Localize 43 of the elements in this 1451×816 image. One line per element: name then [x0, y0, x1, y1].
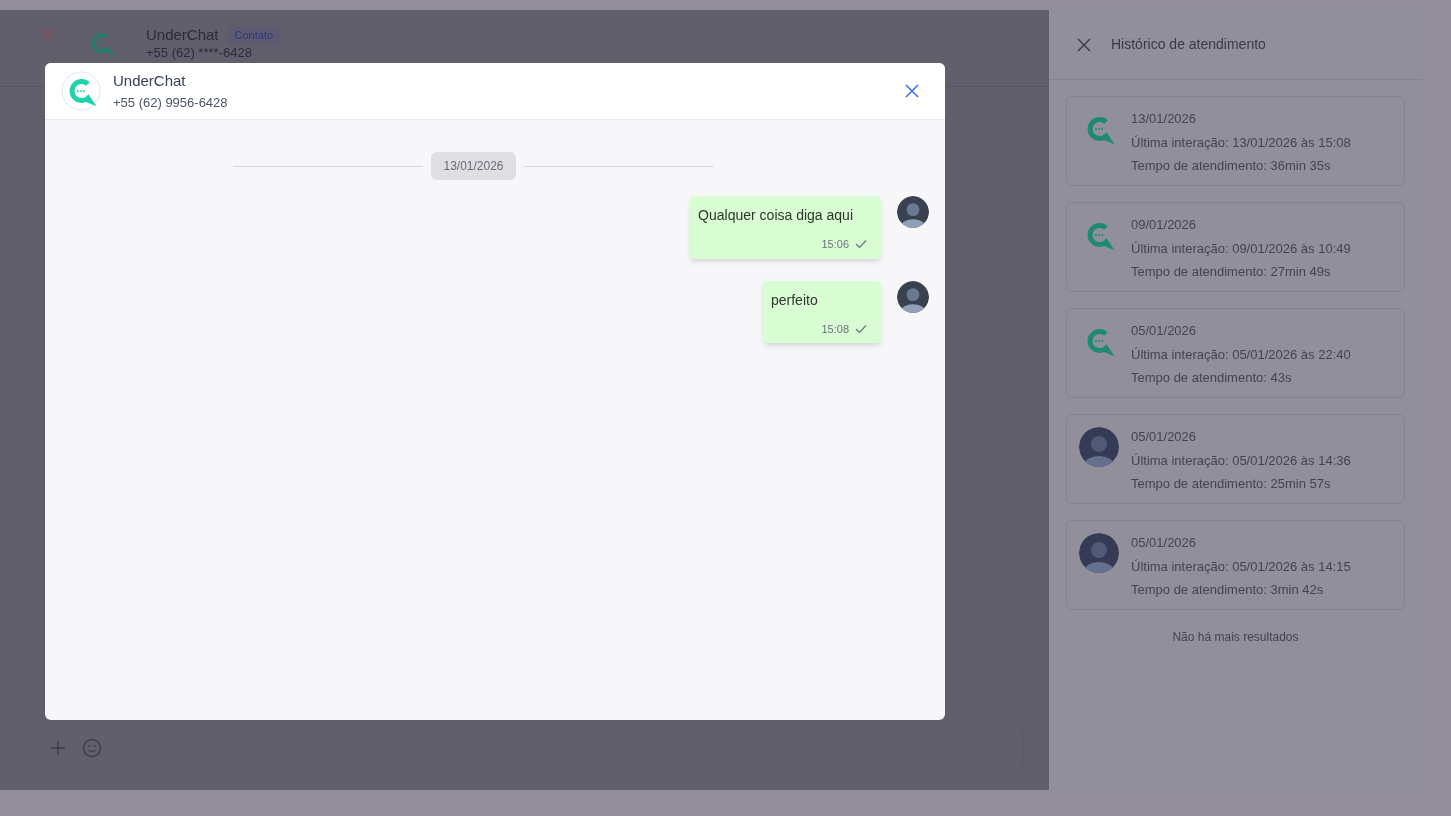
last-interaction: Última interação: 05/01/2026 às 22:40	[1131, 345, 1351, 364]
chat-logo-icon	[61, 71, 101, 111]
history-card[interactable]: 05/01/2026 Última interação: 05/01/2026 às 14:15 Tempo de atendimento: 3min 42s	[1066, 520, 1405, 610]
user-avatar-icon	[897, 280, 929, 313]
user-avatar-icon	[1079, 533, 1119, 573]
message-text: Qualquer coisa diga aqui	[698, 206, 854, 225]
history-card[interactable]: 09/01/2026 Última interação: 09/01/2026 às 10:49 Tempo de atendimento: 27min 49s	[1066, 202, 1405, 292]
chat-logo-icon	[1079, 215, 1119, 255]
chat-logo-icon	[1079, 321, 1119, 361]
last-interaction: Última interação: 05/01/2026 às 14:15	[1131, 557, 1351, 576]
service-duration: Tempo de atendimento: 25min 57s	[1131, 475, 1332, 493]
contact-name: UnderChat	[113, 71, 187, 91]
history-date: 05/01/2026	[1131, 322, 1198, 340]
last-interaction: Última interação: 09/01/2026 às 10:49	[1131, 239, 1351, 258]
user-avatar-icon	[1079, 427, 1119, 467]
close-icon[interactable]	[905, 84, 919, 98]
check-icon	[855, 323, 867, 334]
contact-phone: +55 (62) 9956-6428	[113, 93, 229, 112]
last-interaction: Última interação: 05/01/2026 às 14:36	[1131, 451, 1351, 470]
chat-logo-icon	[1079, 109, 1119, 149]
emoji-icon[interactable]	[82, 738, 102, 758]
history-card[interactable]: 05/01/2026 Última interação: 05/01/2026 às 14:36 Tempo de atendimento: 25min 57s	[1066, 414, 1405, 504]
message-text: perfeito	[771, 290, 819, 310]
message-time: 15:08	[821, 321, 849, 337]
service-duration: Tempo de atendimento: 36min 35s	[1131, 157, 1332, 175]
plus-icon[interactable]	[50, 740, 66, 756]
date-separator: 13/01/2026	[431, 152, 516, 180]
service-duration: Tempo de atendimento: 43s	[1131, 369, 1293, 387]
panel-title: Histórico de atendimento	[1111, 35, 1266, 54]
history-date: 13/01/2026	[1131, 110, 1198, 128]
history-card[interactable]: 13/01/2026 Última interação: 13/01/2026 às 15:08 Tempo de atendimento: 36min 35s	[1066, 96, 1405, 186]
history-date: 05/01/2026	[1131, 428, 1198, 446]
history-date: 05/01/2026	[1131, 534, 1198, 552]
history-date: 09/01/2026	[1131, 216, 1198, 234]
end-of-results: Não há mais resultados	[1171, 629, 1300, 646]
close-icon[interactable]	[1077, 37, 1091, 52]
service-duration: Tempo de atendimento: 27min 49s	[1131, 263, 1332, 281]
user-avatar-icon	[897, 196, 929, 228]
check-icon	[855, 239, 867, 250]
history-card[interactable]: 05/01/2026 Última interação: 05/01/2026 às 22:40 Tempo de atendimento: 43s	[1066, 308, 1405, 398]
message-time: 15:06	[821, 237, 849, 252]
last-interaction: Última interação: 13/01/2026 às 15:08	[1131, 133, 1351, 152]
service-duration: Tempo de atendimento: 3min 42s	[1131, 581, 1325, 599]
